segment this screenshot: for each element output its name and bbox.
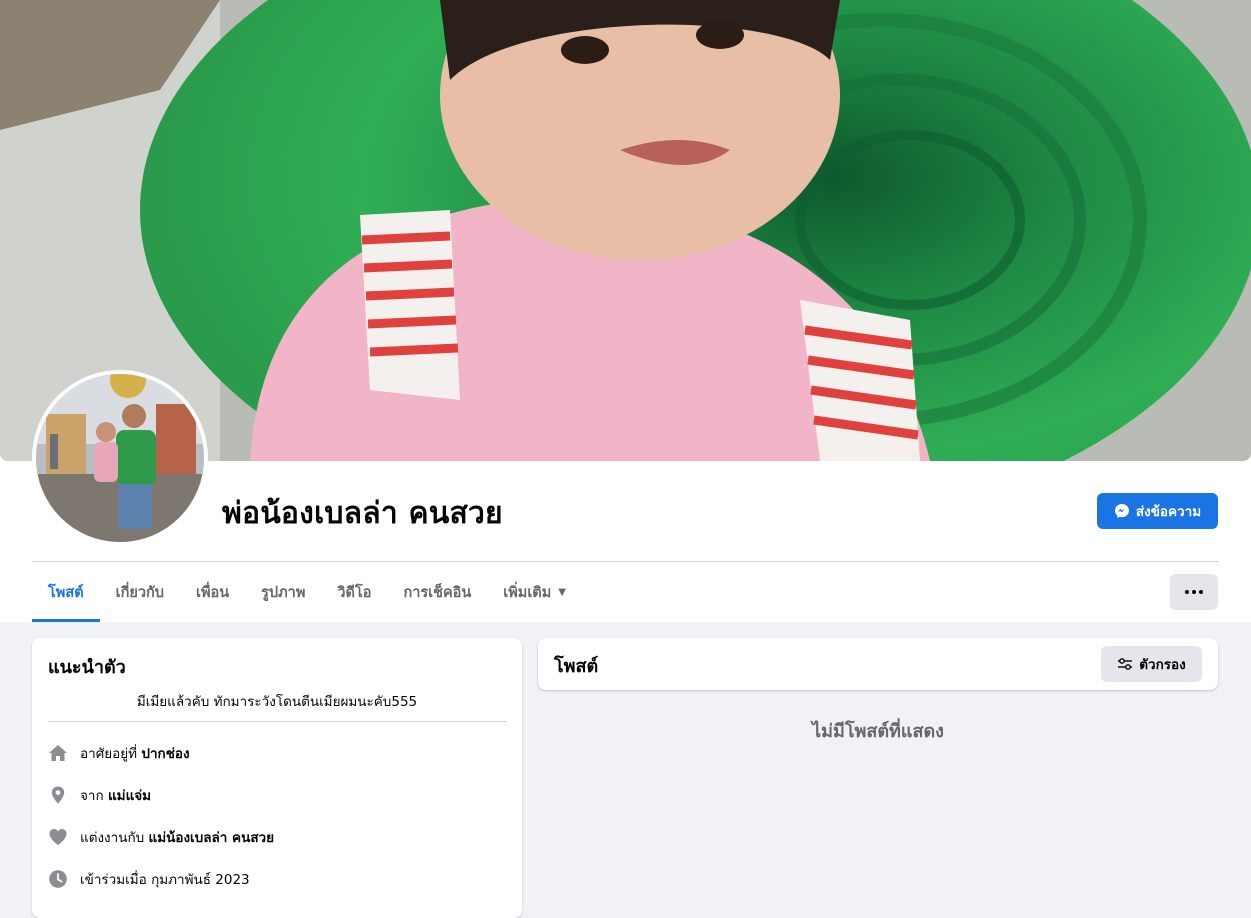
tab-label: เกี่ยวกับ <box>115 584 164 601</box>
info-prefix: อาศัยอยู่ที่ <box>80 746 138 762</box>
intro-title: แนะนำตัว <box>48 657 126 678</box>
tab-videos[interactable]: วิดีโอ <box>321 562 387 622</box>
caret-down-icon: ▼ <box>558 586 566 598</box>
tab-posts[interactable]: โพสต์ <box>32 562 100 622</box>
tab-label: โพสต์ <box>48 584 84 601</box>
messenger-icon <box>1114 504 1129 518</box>
clock-icon <box>48 869 68 889</box>
tab-label: การเช็คอิน <box>403 584 472 601</box>
dot <box>1199 590 1203 594</box>
info-value[interactable]: แม่แจ่ม <box>108 784 151 806</box>
info-lives-in: อาศัยอยู่ที่ ปากช่อง <box>48 742 190 764</box>
no-posts-message: ไม่มีโพสต์ที่แสดง <box>812 721 944 742</box>
intro-card: แนะนำตัว มีเมียแล้วคับ ทักมาระวังโดนตีนเ… <box>32 638 522 918</box>
filter-label: ตัวกรอง <box>1139 657 1186 673</box>
tab-label: เพื่อน <box>195 584 230 601</box>
profile-tabs: โพสต์ เกี่ยวกับ เพื่อน รูปภาพ วิดีโอ การ… <box>32 562 582 622</box>
dot <box>1185 590 1189 594</box>
tab-about[interactable]: เกี่ยวกับ <box>100 562 180 622</box>
send-message-label: ส่งข้อความ <box>1135 504 1202 520</box>
home-icon <box>48 743 68 763</box>
filter-button[interactable]: ตัวกรอง <box>1101 646 1202 682</box>
tab-checkins[interactable]: การเช็คอิน <box>387 562 487 622</box>
info-from: จาก แม่แจ่ม <box>48 784 151 806</box>
tab-more[interactable]: เพิ่มเติม ▼ <box>487 562 582 622</box>
profile-header: พ่อน้องเบลล่า คนสวย ส่งข้อความ โพสต์ เกี… <box>0 0 1251 622</box>
tab-label: เพิ่มเติม <box>503 584 552 601</box>
dot <box>1192 590 1196 594</box>
info-prefix: แต่งงานกับ <box>80 830 145 846</box>
more-options-button[interactable] <box>1170 574 1218 610</box>
intro-bio: มีเมียแล้วคับ ทักมาระวังโดนตีนเมียผมนะคั… <box>136 694 418 710</box>
intro-divider <box>48 721 506 722</box>
tab-label: รูปภาพ <box>261 584 306 601</box>
info-married-to: แต่งงานกับ แม่น้องเบลล่า คนสวย <box>48 826 274 848</box>
info-value[interactable]: ปากช่อง <box>141 742 189 764</box>
tab-friends[interactable]: เพื่อน <box>180 562 245 622</box>
posts-header-card: โพสต์ ตัวกรอง <box>538 638 1218 690</box>
profile-avatar[interactable] <box>32 370 208 546</box>
location-pin-icon <box>48 785 68 805</box>
filter-icon <box>1118 658 1133 670</box>
profile-name: พ่อน้องเบลล่า คนสวย <box>222 496 503 531</box>
info-prefix: เข้าร่วมเมื่อ กุมภาพันธ์ 2023 <box>80 872 250 888</box>
heart-icon <box>48 827 68 847</box>
tab-label: วิดีโอ <box>337 584 372 601</box>
info-joined: เข้าร่วมเมื่อ กุมภาพันธ์ 2023 <box>48 868 250 890</box>
posts-title: โพสต์ <box>554 656 599 677</box>
send-message-button[interactable]: ส่งข้อความ <box>1097 493 1218 529</box>
info-value[interactable]: แม่น้องเบลล่า คนสวย <box>149 826 275 848</box>
tab-photos[interactable]: รูปภาพ <box>245 562 321 622</box>
info-prefix: จาก <box>80 788 104 804</box>
avatar-photo <box>36 374 204 542</box>
cover-photo[interactable] <box>0 0 1251 461</box>
